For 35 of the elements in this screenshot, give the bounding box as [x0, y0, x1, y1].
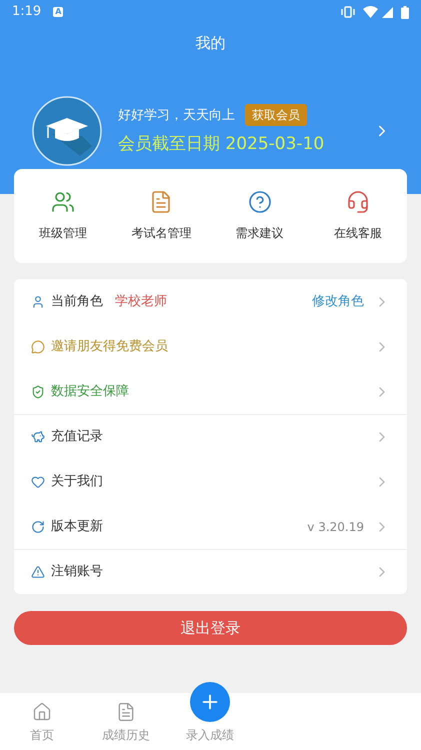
menu-label[interactable]: 充值记录 [51, 427, 103, 447]
version-text: v 3.20.19 [307, 518, 364, 536]
signal-icon [382, 6, 393, 18]
menu-label[interactable]: 版本更新 [51, 516, 103, 536]
menu-label[interactable]: 当前角色 [51, 292, 103, 312]
shortcut-item[interactable]: 在线客服 [308, 190, 407, 242]
vibrate-icon [341, 6, 355, 18]
change-role-link[interactable]: 修改角色 [312, 292, 364, 312]
logout-button[interactable]: 退出登录 [14, 611, 407, 645]
wifi-icon [363, 6, 378, 18]
battery-icon [401, 6, 409, 18]
page-title: 我的 [196, 32, 226, 54]
motto-text: 好好学习，天天向上 [118, 106, 235, 124]
chat-icon [31, 340, 45, 354]
refresh-icon [31, 520, 45, 534]
graduation-cap-icon [32, 96, 102, 166]
shortcut-item[interactable]: 考试名管理 [112, 190, 210, 242]
menu-label[interactable]: 关于我们 [51, 472, 103, 492]
question-icon [248, 190, 272, 214]
shield-icon [31, 384, 45, 398]
shortcut-item[interactable]: 班级管理 [14, 190, 112, 242]
menu-label[interactable]: 注销账号 [51, 562, 103, 582]
membership-expiry: 会员截至日期 2025-03-10 [118, 133, 324, 156]
person-icon [31, 294, 45, 308]
home-icon [32, 702, 52, 722]
warning-icon [31, 565, 45, 579]
people-icon [51, 190, 76, 214]
headset-icon [346, 190, 370, 214]
heart-icon [31, 474, 45, 488]
document-icon [116, 702, 136, 722]
status-time: 1:19 [12, 3, 42, 22]
notification-badge: A [53, 7, 64, 17]
menu-label[interactable]: 数据安全保障 [51, 382, 129, 402]
shortcut-item[interactable]: 需求建议 [210, 190, 309, 242]
role-value: 学校老师 [115, 292, 167, 311]
